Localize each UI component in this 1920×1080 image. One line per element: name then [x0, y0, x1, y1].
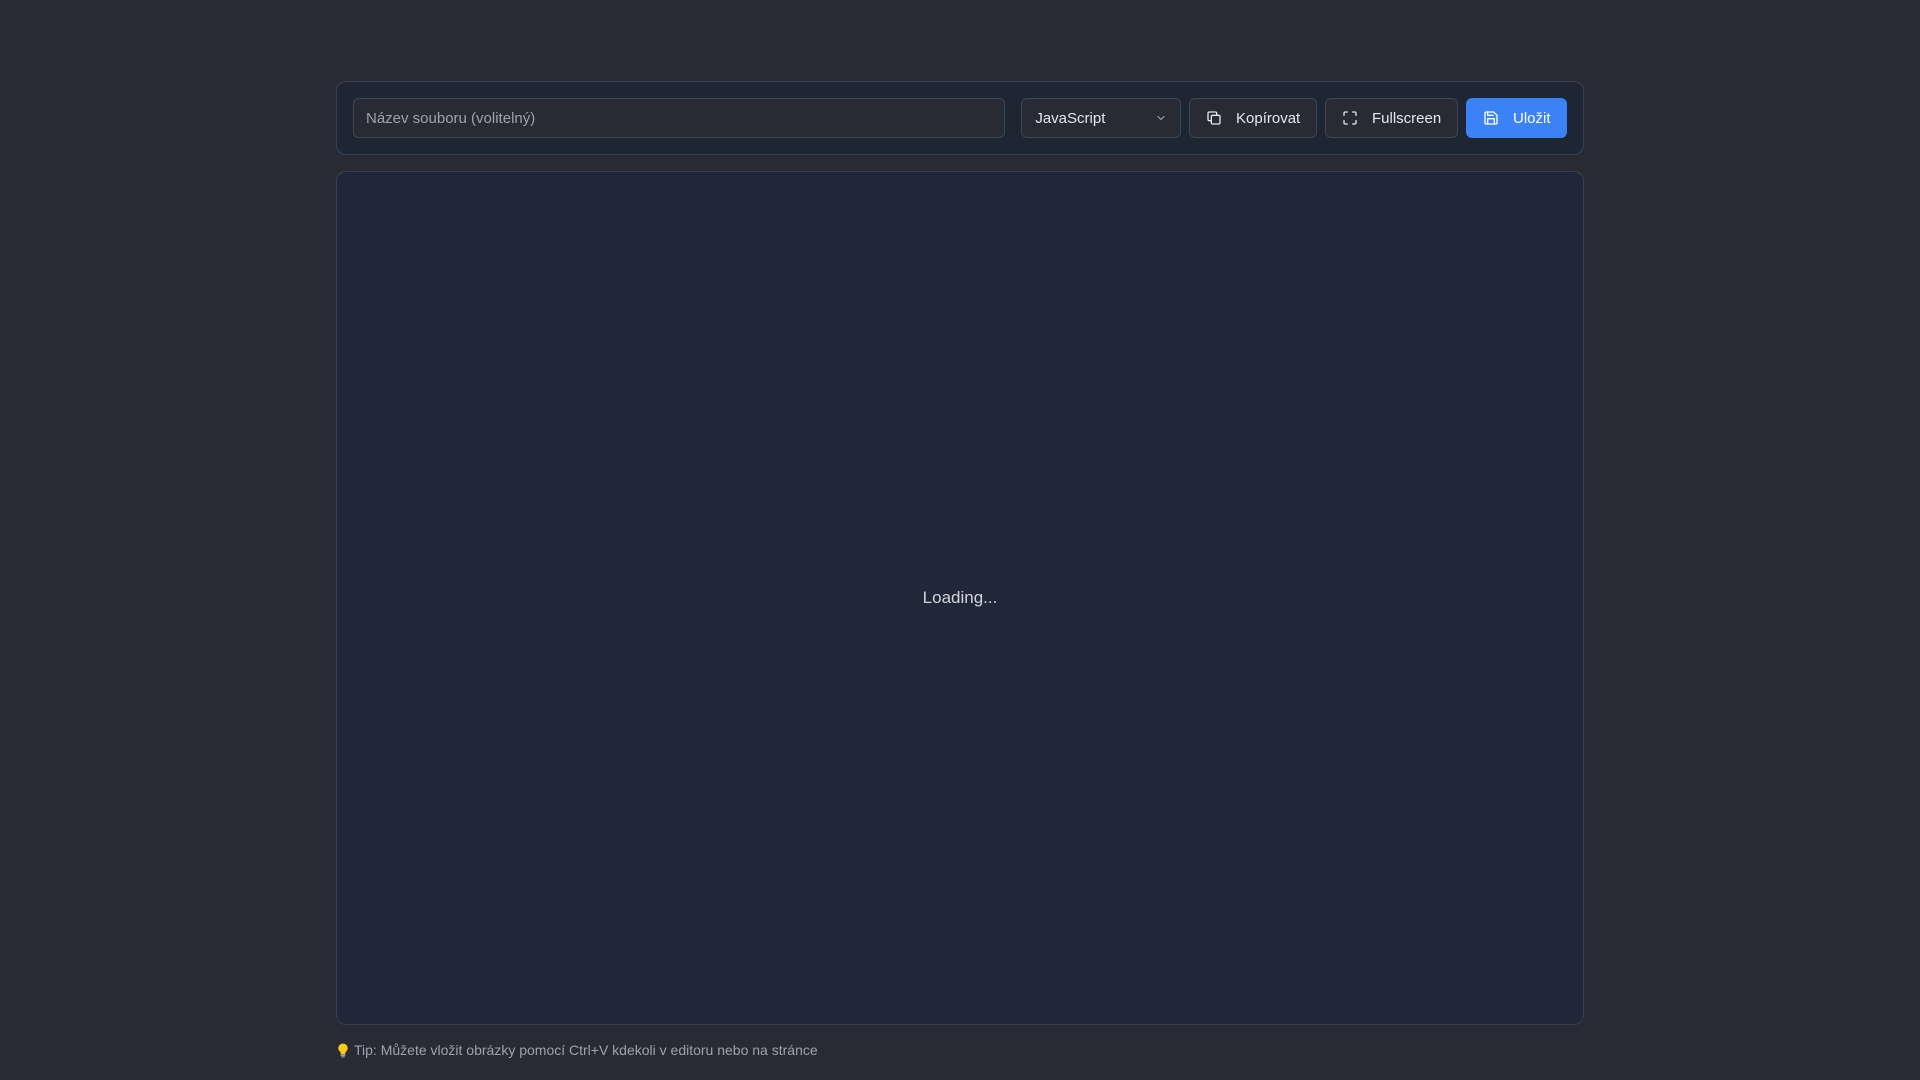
toolbar: JavaScript Kopírovat: [336, 81, 1584, 155]
copy-button[interactable]: Kopírovat: [1189, 98, 1317, 138]
fullscreen-button[interactable]: Fullscreen: [1325, 98, 1458, 138]
fullscreen-icon: [1342, 109, 1358, 127]
tip-text: Tip: Můžete vložit obrázky pomocí Ctrl+V…: [354, 1042, 818, 1058]
fullscreen-button-label: Fullscreen: [1372, 109, 1442, 127]
chevron-down-icon: [1154, 111, 1168, 125]
save-icon: [1483, 109, 1499, 127]
editor-loading-text: Loading...: [922, 588, 998, 607]
save-button[interactable]: Uložit: [1466, 98, 1567, 138]
tip-message: Tip: Můžete vložit obrázky pomocí Ctrl+V…: [336, 1042, 818, 1058]
language-select[interactable]: JavaScript: [1021, 98, 1181, 138]
filename-input[interactable]: [353, 98, 1006, 138]
copy-icon: [1206, 109, 1222, 127]
save-button-label: Uložit: [1513, 109, 1551, 127]
editor-page: JavaScript Kopírovat: [336, 81, 1584, 1025]
code-editor[interactable]: Loading...: [336, 171, 1584, 1025]
language-select-value: JavaScript: [1035, 109, 1106, 127]
copy-button-label: Kopírovat: [1236, 109, 1301, 127]
lightbulb-icon: [336, 1042, 350, 1058]
